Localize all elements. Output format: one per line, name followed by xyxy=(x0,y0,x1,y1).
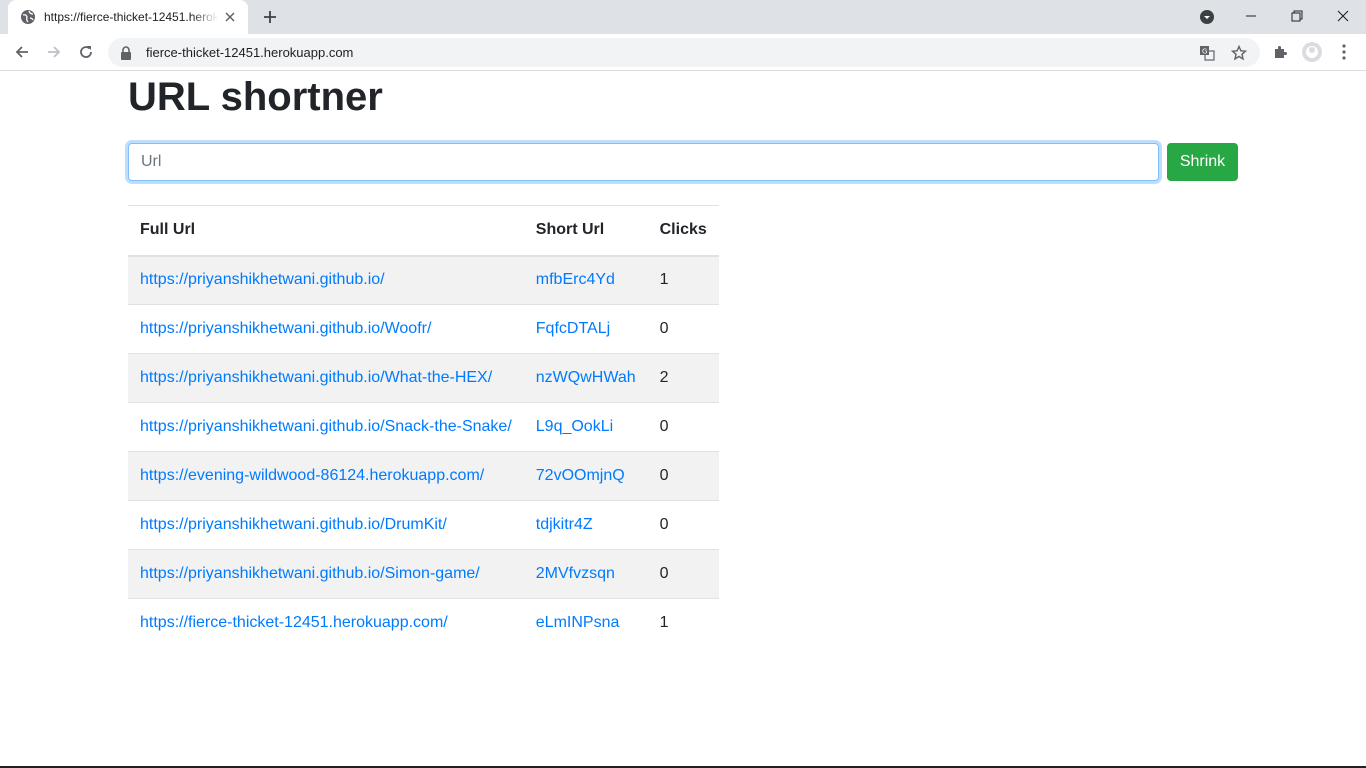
short-url-cell: 72vOOmjnQ xyxy=(523,451,648,501)
table-row: https://priyanshikhetwani.github.io/Woof… xyxy=(128,304,719,354)
full-url-cell: https://priyanshikhetwani.github.io/What… xyxy=(128,353,524,403)
forward-icon[interactable] xyxy=(40,38,68,66)
short-url-link[interactable]: L9q_OokLi xyxy=(536,418,613,435)
clicks-cell: 0 xyxy=(647,500,719,550)
clicks-cell: 2 xyxy=(647,353,719,403)
full-url-link[interactable]: https://priyanshikhetwani.github.io/Simo… xyxy=(140,565,480,582)
short-url-cell: mfbErc4Yd xyxy=(523,255,648,305)
profile-icon[interactable] xyxy=(1298,38,1326,66)
short-url-link[interactable]: eLmINPsna xyxy=(536,614,620,631)
clicks-cell: 0 xyxy=(647,304,719,354)
reload-icon[interactable] xyxy=(72,38,100,66)
clicks-cell: 1 xyxy=(647,255,719,305)
page-content: URL shortner Shrink Full Url Short Url C… xyxy=(0,71,1366,766)
table-header-row: Full Url Short Url Clicks xyxy=(128,205,719,257)
full-url-link[interactable]: https://priyanshikhetwani.github.io/Drum… xyxy=(140,516,447,533)
clicks-cell: 0 xyxy=(647,402,719,452)
short-url-cell: eLmINPsna xyxy=(524,599,648,648)
tab-search-icon[interactable] xyxy=(1196,7,1218,27)
short-url-link[interactable]: 2MVfvzsqn xyxy=(536,565,615,582)
browser-toolbar: fierce-thicket-12451.herokuapp.com G xyxy=(0,34,1366,71)
short-url-link[interactable]: tdjkitr4Z xyxy=(536,516,593,533)
table-row: https://priyanshikhetwani.github.io/Drum… xyxy=(128,500,719,550)
full-url-link[interactable]: https://priyanshikhetwani.github.io/Snac… xyxy=(140,418,512,435)
full-url-link[interactable]: https://priyanshikhetwani.github.io/Woof… xyxy=(140,320,431,337)
full-url-cell: https://priyanshikhetwani.github.io/Woof… xyxy=(128,304,524,354)
clicks-cell: 0 xyxy=(647,451,719,501)
address-bar[interactable]: fierce-thicket-12451.herokuapp.com G xyxy=(108,38,1260,67)
window-close-icon[interactable] xyxy=(1320,0,1366,32)
full-url-cell: https://priyanshikhetwani.github.io/Snac… xyxy=(128,402,524,452)
extensions-icon[interactable] xyxy=(1266,38,1294,66)
full-url-link[interactable]: https://priyanshikhetwani.github.io/What… xyxy=(140,369,492,386)
short-url-cell: L9q_OokLi xyxy=(523,402,648,452)
page-title: URL shortner xyxy=(128,75,383,119)
table-row: https://fierce-thicket-12451.herokuapp.c… xyxy=(128,599,719,648)
browser-tab[interactable]: https://fierce-thicket-12451.herokuapp.c… xyxy=(8,0,248,34)
full-url-cell: https://priyanshikhetwani.github.io/Simo… xyxy=(128,549,524,599)
short-url-link[interactable]: mfbErc4Yd xyxy=(536,271,615,288)
menu-icon[interactable] xyxy=(1330,38,1358,66)
plus-icon[interactable] xyxy=(258,7,282,27)
tab-strip: https://fierce-thicket-12451.herokuapp.c… xyxy=(0,0,1366,34)
short-url-link[interactable]: 72vOOmjnQ xyxy=(536,467,625,484)
table-row: https://priyanshikhetwani.github.io/What… xyxy=(128,353,719,403)
url-input[interactable] xyxy=(128,143,1159,181)
tab-title: https://fierce-thicket-12451.herokuapp.c… xyxy=(44,10,218,24)
table-row: https://priyanshikhetwani.github.io/ mfb… xyxy=(128,255,719,305)
back-icon[interactable] xyxy=(8,38,36,66)
translate-icon[interactable]: G xyxy=(1198,44,1216,62)
full-url-link[interactable]: https://priyanshikhetwani.github.io/ xyxy=(140,271,385,288)
star-icon[interactable] xyxy=(1230,44,1248,62)
address-text: fierce-thicket-12451.herokuapp.com xyxy=(146,45,354,60)
close-icon[interactable] xyxy=(222,9,238,25)
full-url-cell: https://priyanshikhetwani.github.io/Drum… xyxy=(128,500,524,550)
table-row: https://priyanshikhetwani.github.io/Simo… xyxy=(128,549,719,599)
short-url-cell: 2MVfvzsqn xyxy=(523,549,648,599)
urls-table: Full Url Short Url Clicks https://priyan… xyxy=(128,205,719,648)
full-url-cell: https://evening-wildwood-86124.herokuapp… xyxy=(128,451,524,501)
short-url-link[interactable]: nzWQwHWah xyxy=(536,369,636,386)
svg-text:G: G xyxy=(1202,48,1207,56)
full-url-link[interactable]: https://evening-wildwood-86124.herokuapp… xyxy=(140,467,484,484)
minimize-icon[interactable] xyxy=(1228,0,1274,32)
short-url-cell: FqfcDTALj xyxy=(523,304,648,354)
full-url-cell: https://fierce-thicket-12451.herokuapp.c… xyxy=(128,599,524,648)
header-clicks: Clicks xyxy=(647,205,719,257)
table-row: https://evening-wildwood-86124.herokuapp… xyxy=(128,451,719,501)
maximize-icon[interactable] xyxy=(1274,0,1320,32)
lock-icon[interactable] xyxy=(118,45,134,61)
short-url-cell: nzWQwHWah xyxy=(523,353,648,403)
shrink-button[interactable]: Shrink xyxy=(1167,143,1238,181)
globe-icon xyxy=(20,9,36,25)
full-url-link[interactable]: https://fierce-thicket-12451.herokuapp.c… xyxy=(140,614,448,631)
short-url-cell: tdjkitr4Z xyxy=(523,500,648,550)
short-url-link[interactable]: FqfcDTALj xyxy=(536,320,610,337)
full-url-cell: https://priyanshikhetwani.github.io/ xyxy=(128,255,524,305)
clicks-cell: 0 xyxy=(647,549,719,599)
clicks-cell: 1 xyxy=(659,614,669,632)
header-short-url: Short Url xyxy=(523,205,648,257)
table-row: https://priyanshikhetwani.github.io/Snac… xyxy=(128,402,719,452)
header-full-url: Full Url xyxy=(128,205,524,257)
